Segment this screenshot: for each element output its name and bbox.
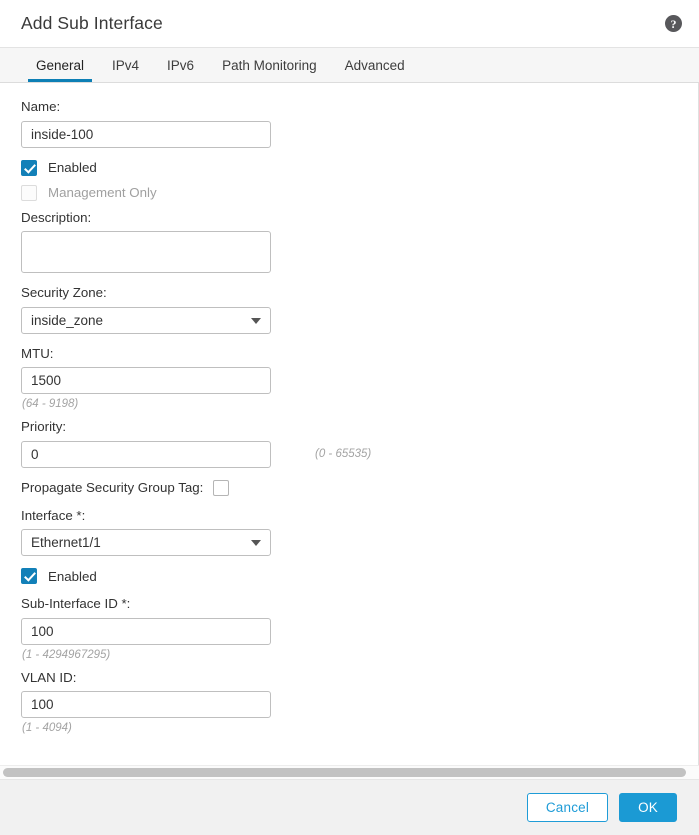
enabled-checkbox-interface[interactable] — [21, 568, 37, 584]
dialog-body: Name: Enabled Management Only Descriptio… — [0, 83, 699, 765]
priority-hint: (0 - 65535) — [315, 448, 371, 460]
propagate-sgt-label: Propagate Security Group Tag: — [21, 480, 203, 495]
propagate-sgt-row[interactable]: Propagate Security Group Tag: — [21, 480, 698, 496]
help-icon[interactable]: ? — [665, 15, 682, 32]
enabled-row-top[interactable]: Enabled — [21, 160, 698, 176]
sub-interface-id-hint: (1 - 4294967295) — [22, 649, 698, 663]
mtu-input[interactable] — [21, 367, 271, 394]
tab-general[interactable]: General — [22, 48, 98, 82]
horizontal-scrollbar[interactable] — [0, 765, 699, 779]
propagate-sgt-checkbox[interactable] — [213, 480, 229, 496]
sub-interface-id-input[interactable] — [21, 618, 271, 645]
security-zone-select[interactable] — [21, 307, 271, 334]
name-input[interactable] — [21, 121, 271, 148]
description-label: Description: — [21, 210, 698, 227]
vlan-id-label: VLAN ID: — [21, 670, 698, 687]
priority-input[interactable] — [21, 441, 271, 468]
tab-advanced[interactable]: Advanced — [331, 48, 419, 82]
dialog-footer: Cancel OK — [0, 779, 699, 835]
add-sub-interface-dialog: Add Sub Interface ? General IPv4 IPv6 Pa… — [0, 0, 699, 835]
interface-select[interactable] — [21, 529, 271, 556]
enabled-label-interface: Enabled — [48, 569, 97, 584]
mtu-label: MTU: — [21, 346, 698, 363]
enabled-row-interface[interactable]: Enabled — [21, 568, 698, 584]
horizontal-scrollbar-thumb[interactable] — [3, 768, 686, 777]
vlan-id-input[interactable] — [21, 691, 271, 718]
management-only-label: Management Only — [48, 185, 157, 200]
name-label: Name: — [21, 99, 698, 116]
general-form: Name: Enabled Management Only Descriptio… — [0, 83, 698, 736]
interface-label: Interface *: — [21, 508, 698, 525]
page-title: Add Sub Interface — [21, 15, 163, 33]
management-only-checkbox — [21, 185, 37, 201]
mtu-hint: (64 - 9198) — [22, 398, 698, 412]
interface-value[interactable] — [21, 529, 271, 556]
security-zone-label: Security Zone: — [21, 285, 698, 302]
description-input[interactable] — [21, 231, 271, 273]
priority-row: (0 - 65535) — [21, 441, 698, 468]
tab-path-monitoring[interactable]: Path Monitoring — [208, 48, 331, 82]
priority-label: Priority: — [21, 419, 698, 436]
sub-interface-id-label: Sub-Interface ID *: — [21, 596, 698, 613]
tab-ipv6[interactable]: IPv6 — [153, 48, 208, 82]
enabled-label-top: Enabled — [48, 160, 97, 175]
tab-ipv4[interactable]: IPv4 — [98, 48, 153, 82]
security-zone-value[interactable] — [21, 307, 271, 334]
enabled-checkbox-top[interactable] — [21, 160, 37, 176]
management-only-row: Management Only — [21, 185, 698, 201]
ok-button[interactable]: OK — [619, 793, 677, 822]
vlan-id-hint: (1 - 4094) — [22, 722, 698, 736]
tab-bar: General IPv4 IPv6 Path Monitoring Advanc… — [0, 47, 699, 83]
cancel-button[interactable]: Cancel — [527, 793, 608, 822]
dialog-header: Add Sub Interface ? — [0, 0, 699, 47]
